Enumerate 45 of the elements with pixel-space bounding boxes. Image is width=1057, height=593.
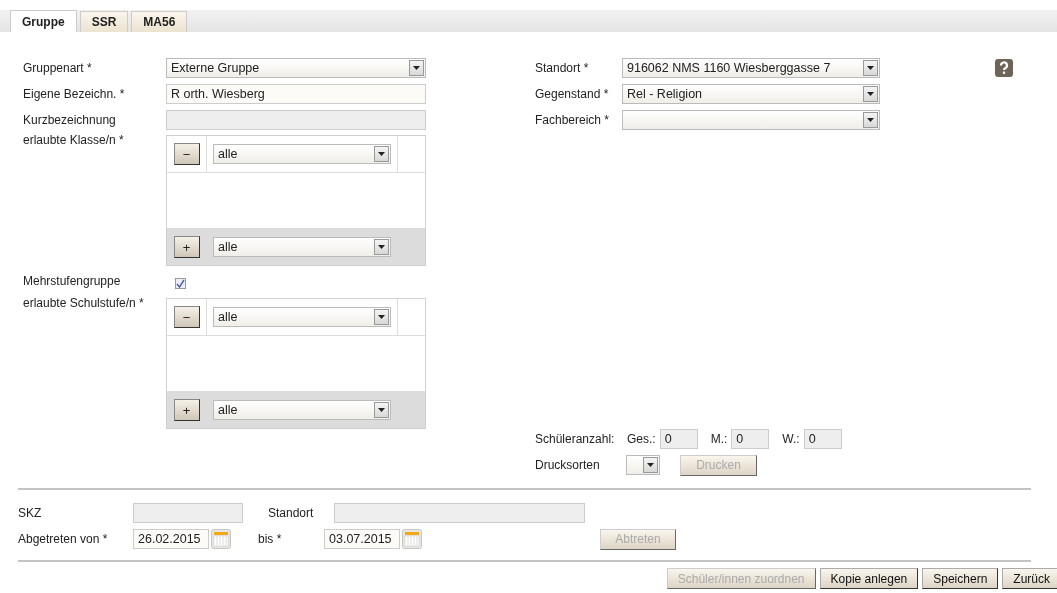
date-field[interactable]: 26.02.2015 — [133, 529, 209, 549]
date-field[interactable]: 03.07.2015 — [324, 529, 400, 549]
help-icon[interactable] — [995, 59, 1013, 77]
field-label: Drucksorten — [535, 458, 601, 472]
field-label: bis * — [258, 532, 283, 546]
field-label: Gegenstand * — [535, 87, 610, 101]
field-label: Kurzbezeichnung — [23, 113, 117, 127]
remove-button[interactable]: − — [173, 306, 200, 328]
dropdown-field[interactable]: alle — [213, 144, 391, 164]
remove-button[interactable]: − — [173, 143, 200, 165]
field-label: erlaubte Schulstufe/n * — [23, 296, 145, 310]
dropdown-field[interactable]: 916062 NMS 1160 Wiesberggasse 7 — [622, 58, 880, 78]
count-field: 0 — [731, 429, 770, 449]
dropdown-field[interactable]: alle — [213, 400, 391, 420]
action-button[interactable]: Speichern — [922, 568, 999, 589]
add-button[interactable]: + — [173, 236, 200, 258]
field-label: Abgetreten von * — [18, 532, 109, 546]
field-label: W.: — [782, 432, 800, 446]
field-label: Fachbereich * — [535, 113, 611, 127]
tab[interactable]: MA56 — [131, 11, 188, 32]
field-label: Standort — [268, 506, 315, 520]
action-button[interactable]: Kopie anlegen — [819, 568, 919, 589]
tab[interactable]: SSR — [79, 11, 129, 32]
field-label: M.: — [710, 432, 728, 446]
dropdown-field[interactable]: Rel - Religion — [622, 84, 880, 104]
dropdown-field[interactable]: alle — [213, 237, 391, 257]
add-button[interactable]: + — [173, 399, 200, 421]
field-label: Standort * — [535, 61, 590, 75]
dropdown-field[interactable]: Externe Gruppe — [166, 58, 426, 78]
field-label: erlaubte Klasse/n * — [23, 133, 125, 147]
checkbox[interactable] — [175, 277, 186, 289]
dropdown-field[interactable] — [626, 455, 660, 475]
action-button[interactable]: Zurück — [1002, 568, 1057, 589]
field-label: Eigene Bezeichn. * — [23, 87, 126, 101]
field-label: Schüleranzahl: — [535, 432, 616, 446]
field-label: Gruppenart * — [23, 61, 93, 75]
text-field[interactable]: R orth. Wiesberg — [166, 84, 426, 104]
count-field: 0 — [803, 429, 842, 449]
field-label: Ges.: — [627, 432, 656, 446]
dropdown-field[interactable] — [622, 110, 880, 130]
field-label: Mehrstufengruppe — [23, 274, 122, 288]
field-label: SKZ — [18, 506, 43, 520]
count-field: 0 — [659, 429, 698, 449]
tab[interactable]: Gruppe — [10, 10, 77, 32]
dropdown-field[interactable]: alle — [213, 307, 391, 327]
